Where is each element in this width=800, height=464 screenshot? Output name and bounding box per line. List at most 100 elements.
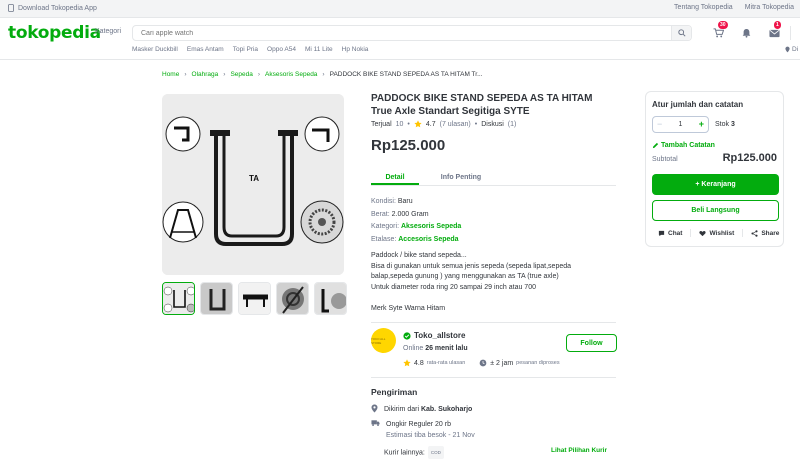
purchase-card-title: Atur jumlah dan catatan bbox=[652, 100, 744, 109]
shop-process-label: pesanan diproses bbox=[516, 360, 560, 366]
other-couriers-label: Kurir lainnya: bbox=[384, 449, 425, 457]
thumbnail-5[interactable] bbox=[314, 282, 347, 315]
cod-badge: COD bbox=[427, 446, 444, 459]
shipping-origin: Dikirim dari Kab. Sukoharjo bbox=[371, 404, 472, 415]
tokopedia-logo[interactable]: tokopedia bbox=[8, 23, 101, 43]
breadcrumb-home[interactable]: Home bbox=[162, 71, 179, 78]
kategori-menu[interactable]: Kategori bbox=[95, 28, 121, 35]
suggestion-link[interactable]: Oppo A54 bbox=[267, 46, 296, 53]
buy-now-button[interactable]: Beli Langsung bbox=[652, 200, 779, 221]
add-note-label: Tambah Catatan bbox=[661, 142, 715, 149]
breadcrumb-olahraga[interactable]: Olahraga bbox=[192, 71, 219, 78]
spec-label: Etalase: bbox=[371, 235, 397, 243]
tab-detail[interactable]: Detail bbox=[371, 168, 419, 185]
share-icon bbox=[751, 229, 758, 237]
chevron-right-icon: › bbox=[223, 71, 226, 78]
stock-value: 3 bbox=[730, 121, 735, 128]
thumbnail-1[interactable] bbox=[162, 282, 195, 315]
suggestion-link[interactable]: Hp Nokia bbox=[342, 46, 369, 53]
location-selector[interactable]: Di bbox=[785, 46, 798, 53]
search-button[interactable] bbox=[671, 26, 691, 40]
discussion-label[interactable]: Diskusi bbox=[481, 121, 504, 128]
share-button[interactable]: Share bbox=[751, 230, 779, 237]
search-input[interactable] bbox=[133, 26, 671, 40]
search-bar bbox=[132, 25, 692, 41]
description-line: Paddock / bike stand sepeda... bbox=[371, 252, 467, 259]
shop-status-prefix: Online bbox=[403, 345, 424, 352]
suggestion-link[interactable]: Emas Antam bbox=[187, 46, 224, 53]
spec-label: Kondisi: bbox=[371, 198, 396, 205]
spec-etalase-link[interactable]: Accesoris Sepeda bbox=[398, 236, 458, 243]
shop-avatar-text: TOKO ALL STORE bbox=[371, 336, 386, 345]
breadcrumb: Home › Olahraga › Sepeda › Aksesoris Sep… bbox=[162, 71, 483, 78]
thumbnail-3[interactable] bbox=[238, 282, 271, 315]
wishlist-button[interactable]: Wishlist bbox=[699, 230, 734, 237]
download-app-link[interactable]: Download Tokopedia App bbox=[8, 4, 97, 12]
suggestion-link[interactable]: Topi Pria bbox=[233, 46, 258, 53]
inbox-button[interactable]: 1 bbox=[768, 21, 781, 39]
top-utility-bar: Download Tokopedia App Tentang Tokopedia… bbox=[0, 0, 800, 18]
search-icon bbox=[677, 29, 686, 37]
shop-name[interactable]: Toko_allstore bbox=[414, 331, 465, 340]
cart-count-badge: 30 bbox=[718, 21, 728, 29]
suggestion-link[interactable]: Mi 11 Lite bbox=[305, 46, 333, 53]
product-price: Rp125.000 bbox=[371, 137, 446, 154]
heart-icon bbox=[699, 230, 707, 236]
product-main-image[interactable]: TA bbox=[162, 94, 344, 275]
notification-button[interactable] bbox=[740, 27, 752, 39]
decrement-button[interactable]: − bbox=[657, 120, 662, 129]
mail-icon bbox=[768, 29, 780, 37]
partner-link[interactable]: Mitra Tokopedia bbox=[745, 4, 794, 11]
shop-status: Online 26 menit lalu bbox=[403, 345, 468, 352]
divider bbox=[371, 377, 616, 378]
follow-button[interactable]: Follow bbox=[566, 334, 617, 352]
clock-icon bbox=[479, 359, 487, 367]
star-icon bbox=[403, 359, 411, 367]
tab-info-penting[interactable]: Info Penting bbox=[429, 168, 493, 185]
subtotal-value: Rp125.000 bbox=[722, 152, 777, 164]
cart-button[interactable]: 30 bbox=[712, 21, 728, 39]
chat-icon bbox=[658, 230, 665, 236]
product-title: PADDOCK BIKE STAND SEPEDA AS TA HITAM Tr… bbox=[371, 93, 593, 117]
meta-separator: • bbox=[407, 120, 410, 128]
location-pin-icon bbox=[785, 46, 790, 53]
phone-icon bbox=[8, 4, 14, 12]
spec-label: Berat: bbox=[371, 210, 390, 218]
description-line: Bisa di gunakan untuk semua jenis sepeda… bbox=[371, 262, 572, 270]
subtotal-label: Subtotal bbox=[652, 156, 678, 163]
discussion-count: (1) bbox=[507, 120, 517, 128]
chevron-right-icon: › bbox=[184, 71, 187, 78]
breadcrumb-aksesoris[interactable]: Aksesoris Sepeda bbox=[265, 71, 317, 78]
purchase-card: Atur jumlah dan catatan − 1 + Stok 3 Tam… bbox=[645, 91, 784, 247]
add-to-cart-button[interactable]: + Keranjang bbox=[652, 174, 779, 195]
thumbnail-2[interactable] bbox=[200, 282, 233, 315]
rating-count[interactable]: (7 ulasan) bbox=[440, 121, 471, 128]
breadcrumb-current: PADDOCK BIKE STAND SEPEDA AS TA HITAM Tr… bbox=[329, 71, 483, 78]
chevron-right-icon: › bbox=[322, 71, 325, 78]
see-courier-options-link[interactable]: Lihat Pilihan Kurir bbox=[551, 447, 607, 454]
service-name: Ongkir Reguler 20 rb bbox=[386, 421, 451, 428]
description-line bbox=[371, 293, 616, 304]
origin-prefix: Dikirim dari bbox=[384, 406, 419, 413]
shop-avatar[interactable]: TOKO ALL STORE bbox=[371, 328, 396, 353]
shop-status-time: 26 menit lalu bbox=[425, 345, 468, 352]
shop-rating-label: rata-rata ulasan bbox=[426, 360, 466, 366]
quantity-value[interactable]: 1 bbox=[679, 121, 683, 128]
breadcrumb-sepeda[interactable]: Sepeda bbox=[230, 71, 252, 78]
thumbnail-strip bbox=[162, 282, 347, 315]
wishlist-label: Wishlist bbox=[709, 229, 735, 237]
cart-icon bbox=[713, 28, 724, 38]
suggestion-link[interactable]: Masker Duckbill bbox=[132, 46, 178, 53]
spec-kategori-link[interactable]: Aksesoris Sepeda bbox=[401, 223, 461, 230]
meta-separator: • bbox=[474, 120, 478, 128]
about-link[interactable]: Tentang Tokopedia bbox=[674, 4, 733, 11]
chat-button[interactable]: Chat bbox=[658, 230, 682, 237]
thumbnail-4[interactable] bbox=[276, 282, 309, 315]
rating-value: 4.7 bbox=[425, 120, 436, 128]
product-specs: Kondisi: Baru Berat: 2.000 Gram Kategori… bbox=[371, 196, 461, 246]
truck-icon bbox=[371, 420, 380, 426]
add-note-button[interactable]: Tambah Catatan bbox=[652, 142, 715, 149]
inbox-count-badge: 1 bbox=[774, 21, 781, 29]
increment-button[interactable]: + bbox=[699, 120, 704, 129]
share-label: Share bbox=[761, 229, 780, 237]
